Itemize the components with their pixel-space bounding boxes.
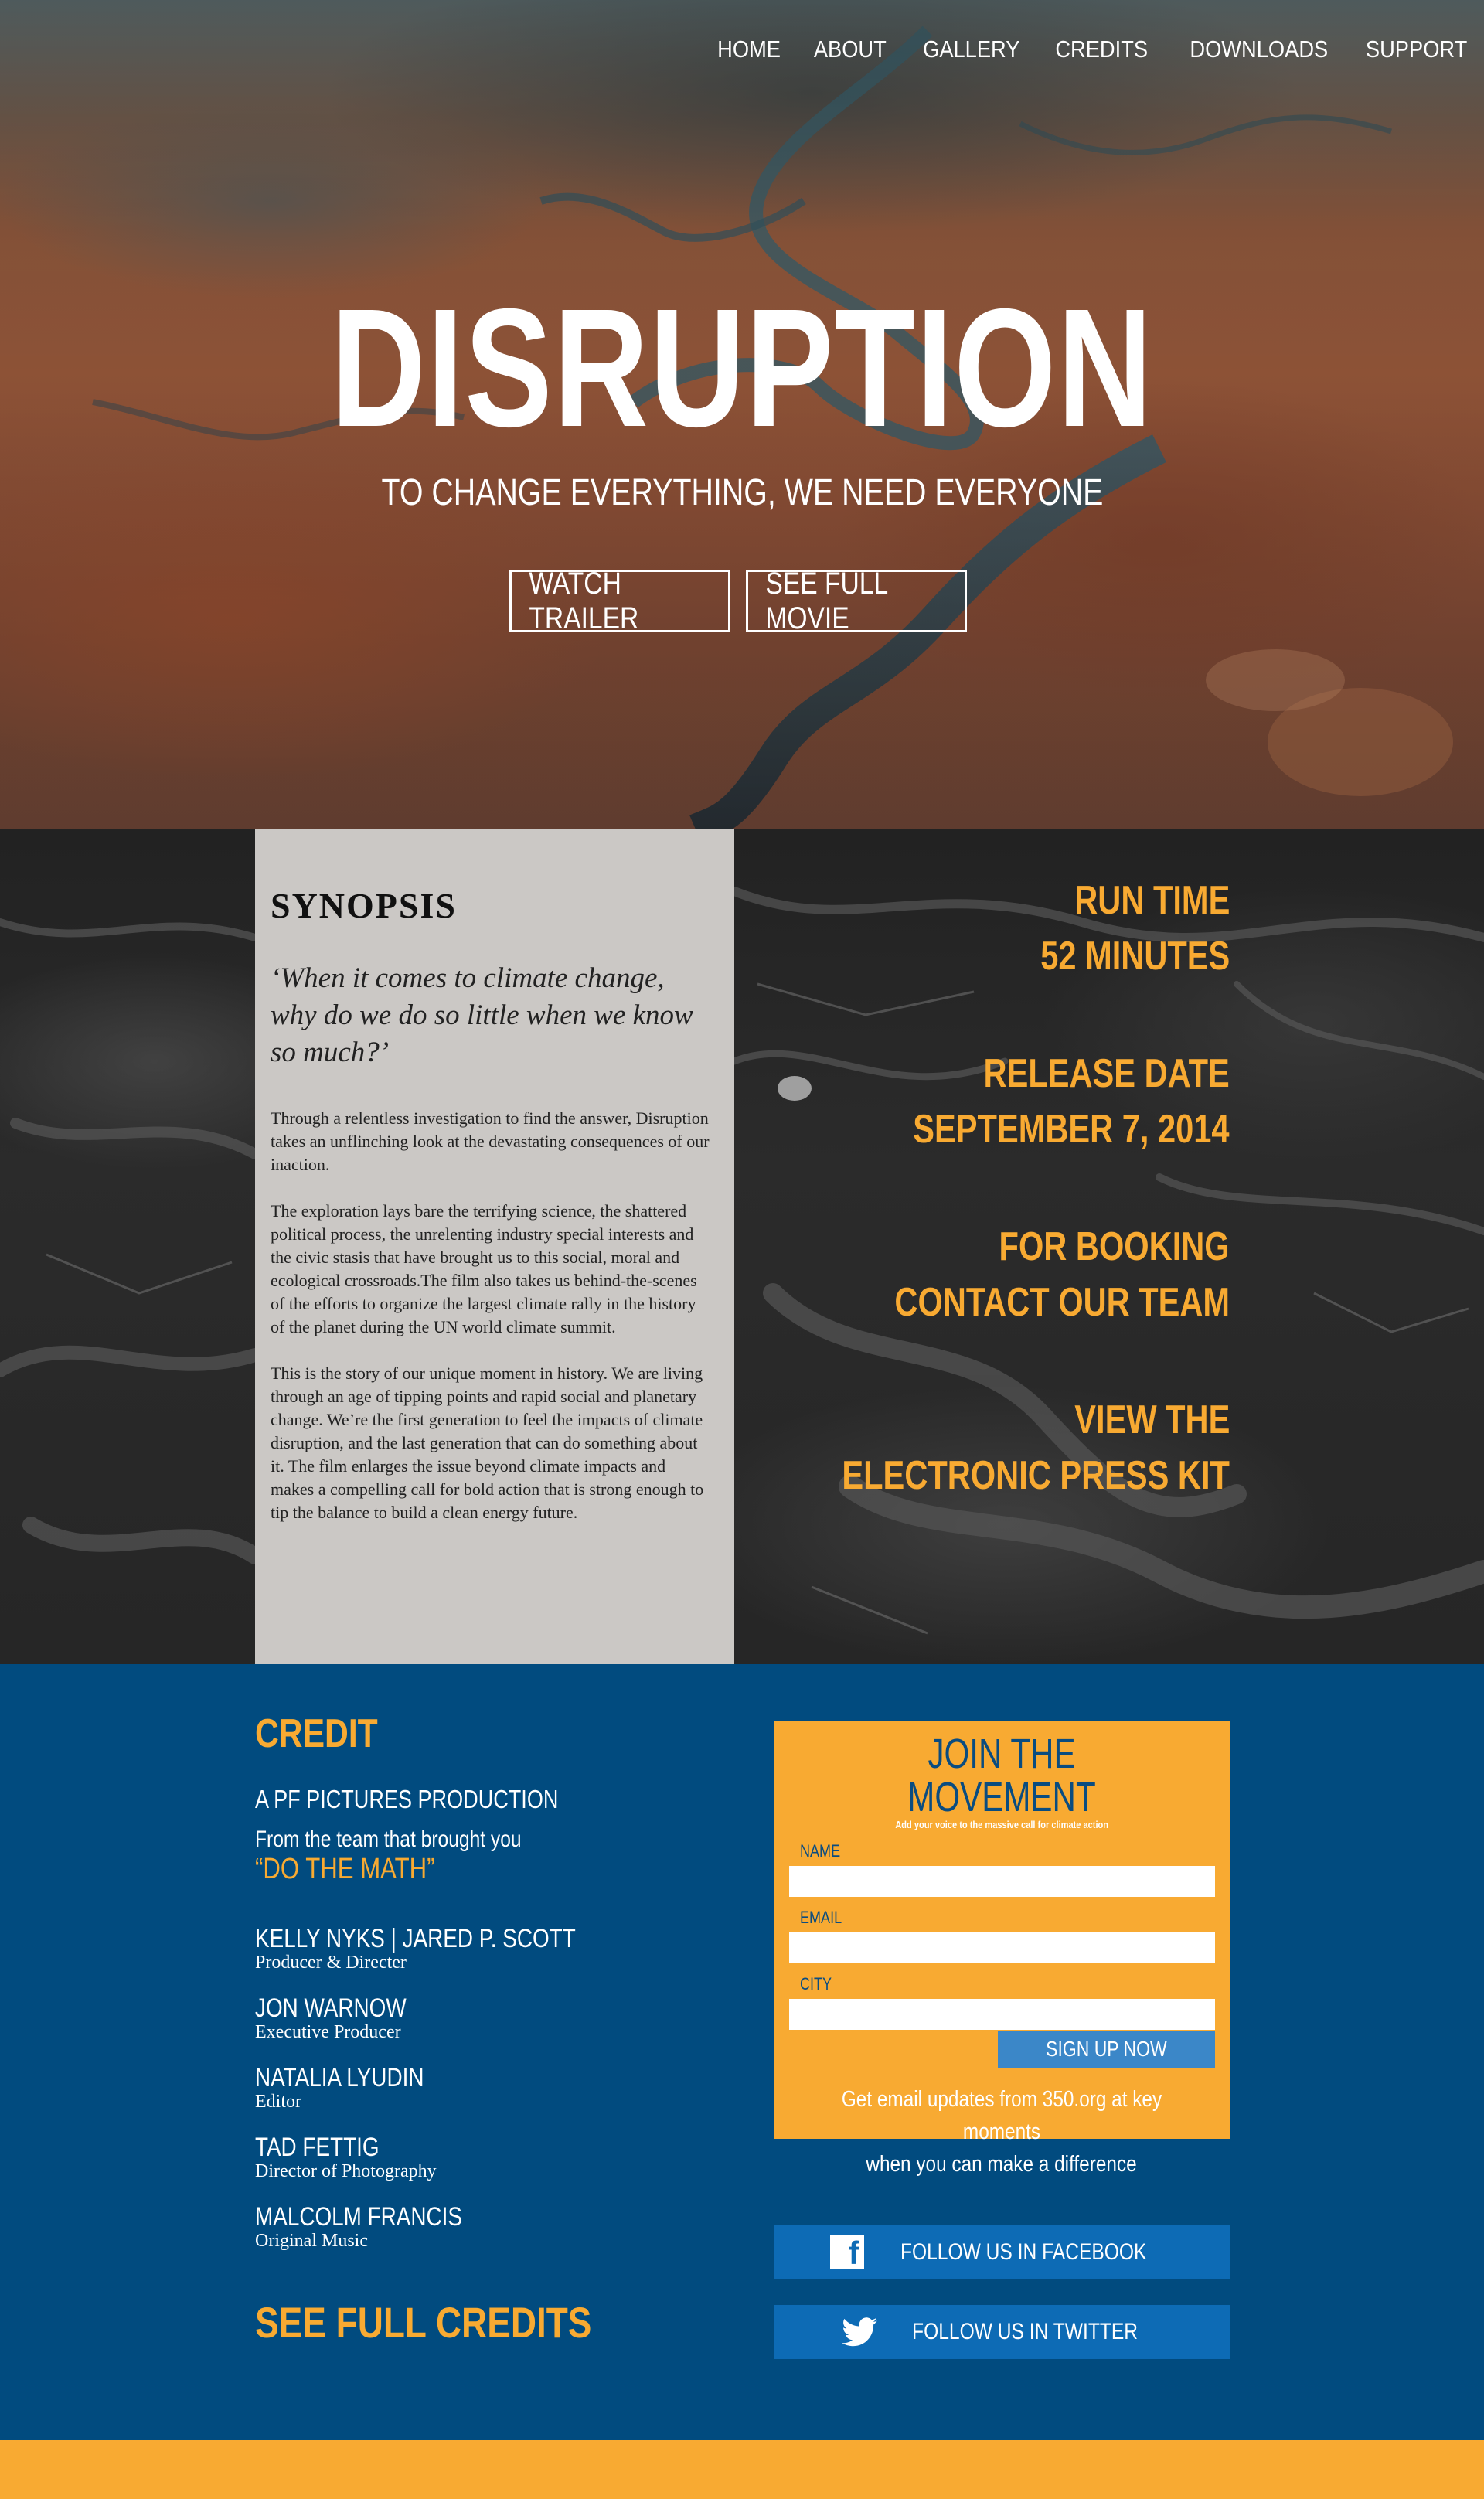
- release-date: RELEASE DATE SEPTEMBER 7, 2014: [689, 1046, 1230, 1157]
- city-label: CITY: [800, 1974, 832, 1993]
- synopsis-paragraph-2: The exploration lays bare the terrifying…: [271, 1201, 697, 1336]
- run-time: RUN TIME 52 MINUTES: [689, 873, 1230, 984]
- join-movement-form: JOIN THE MOVEMENT Add your voice to the …: [774, 1721, 1230, 2177]
- credit-role: Original Music: [255, 2231, 368, 2251]
- nav-home[interactable]: HOME: [717, 36, 781, 63]
- synopsis-section: SYNOPSIS ‘When it comes to climate chang…: [0, 829, 1484, 1664]
- credit-person: TAD FETTIG Director of Photography: [255, 2133, 734, 2181]
- team-line: From the team that brought you “DO THE M…: [255, 1827, 734, 1886]
- email-field[interactable]: [789, 1932, 1215, 1963]
- credit-name: TAD FETTIG: [255, 2133, 380, 2162]
- synopsis-panel: SYNOPSIS ‘When it comes to climate chang…: [255, 829, 734, 1664]
- release-date-label: RELEASE DATE: [983, 1051, 1230, 1096]
- press-kit-label[interactable]: VIEW THE: [689, 1392, 1230, 1448]
- credit-person: KELLY NYKS | JARED P. SCOTT Producer & D…: [255, 1925, 734, 1973]
- facebook-icon: f: [829, 2235, 864, 2269]
- credit-person: NATALIA LYUDIN Editor: [255, 2064, 734, 2112]
- film-facts: RUN TIME 52 MINUTES RELEASE DATE SEPTEMB…: [689, 873, 1230, 1565]
- team-highlight: “DO THE MATH”: [255, 1853, 435, 1885]
- watch-trailer-button[interactable]: WATCH TRAILER: [509, 567, 730, 635]
- nav-about[interactable]: ABOUT: [814, 36, 887, 63]
- footer-bar: [0, 2440, 1484, 2499]
- credit-person: MALCOLM FRANCIS Original Music: [255, 2203, 734, 2251]
- credit-role: Producer & Directer: [255, 1953, 407, 1973]
- hero-title: DISRUPTION: [330, 274, 1154, 462]
- credit-column: CREDIT A PF PICTURES PRODUCTION From the…: [255, 1711, 734, 2347]
- see-full-movie-button[interactable]: SEE FULL MOVIE: [746, 567, 967, 635]
- hero-section: HOME ABOUT GALLERY CREDITS DOWNLOADS SUP…: [0, 0, 1484, 829]
- sign-up-button[interactable]: SIGN UP NOW: [998, 2031, 1215, 2068]
- credit-name: NATALIA LYUDIN: [255, 2063, 424, 2092]
- credit-role: Editor: [255, 2092, 301, 2112]
- nav-downloads[interactable]: DOWNLOADS: [1190, 36, 1329, 63]
- release-date-value: SEPTEMBER 7, 2014: [913, 1107, 1230, 1152]
- credit-name: MALCOLM FRANCIS: [255, 2202, 462, 2232]
- nav-credits[interactable]: CREDITS: [1056, 36, 1149, 63]
- name-label: NAME: [800, 1841, 841, 1861]
- press-kit-link[interactable]: VIEW THE ELECTRONIC PRESS KIT: [689, 1392, 1230, 1503]
- booking-label[interactable]: FOR BOOKING: [689, 1219, 1230, 1275]
- hero-tagline: TO CHANGE EVERYTHING, WE NEED EVERYONE: [381, 472, 1103, 513]
- synopsis-paragraph-1: Through a relentless investigation to fi…: [271, 1108, 710, 1174]
- credit-name: KELLY NYKS | JARED P. SCOTT: [255, 1924, 576, 1953]
- email-label: EMAIL: [800, 1908, 842, 1927]
- nav-support[interactable]: SUPPORT: [1366, 36, 1467, 63]
- booking-value[interactable]: CONTACT OUR TEAM: [689, 1275, 1230, 1330]
- main-nav: HOME ABOUT GALLERY CREDITS DOWNLOADS SUP…: [709, 36, 1467, 63]
- production-company: A PF PICTURES PRODUCTION: [255, 1785, 559, 1813]
- credit-role: Executive Producer: [255, 2022, 401, 2042]
- synopsis-quote: ‘When it comes to climate change, why do…: [271, 962, 693, 1068]
- twitter-icon: [841, 2315, 878, 2349]
- name-field[interactable]: [789, 1866, 1215, 1897]
- signup-note: Get email updates from 350.org at key mo…: [841, 2087, 1162, 2177]
- press-kit-value[interactable]: ELECTRONIC PRESS KIT: [689, 1448, 1230, 1503]
- follow-facebook-label: FOLLOW US IN FACEBOOK: [900, 2239, 1147, 2265]
- booking-link[interactable]: FOR BOOKING CONTACT OUR TEAM: [689, 1219, 1230, 1330]
- join-title: JOIN THE MOVEMENT: [907, 1731, 1096, 1820]
- run-time-label: RUN TIME: [1074, 878, 1230, 923]
- follow-facebook-button[interactable]: f FOLLOW US IN FACEBOOK: [774, 2225, 1230, 2279]
- synopsis-heading: SYNOPSIS: [271, 886, 457, 925]
- credits-section: CREDIT A PF PICTURES PRODUCTION From the…: [0, 1664, 1484, 2440]
- hero-buttons: WATCH TRAILER SEE FULL MOVIE: [0, 567, 1484, 635]
- nav-gallery[interactable]: GALLERY: [923, 36, 1019, 63]
- credit-title: CREDIT: [255, 1711, 378, 1756]
- credit-people: KELLY NYKS | JARED P. SCOTT Producer & D…: [255, 1925, 734, 2251]
- follow-twitter-button[interactable]: FOLLOW US IN TWITTER: [774, 2305, 1230, 2359]
- credit-role: Director of Photography: [255, 2161, 437, 2181]
- credit-name: JON WARNOW: [255, 1993, 407, 2023]
- see-full-credits-link[interactable]: SEE FULL CREDITS: [255, 2297, 734, 2347]
- follow-twitter-label: FOLLOW US IN TWITTER: [911, 2319, 1139, 2344]
- city-field[interactable]: [789, 1999, 1215, 2030]
- team-prefix: From the team that brought you: [255, 1827, 522, 1852]
- credit-person: JON WARNOW Executive Producer: [255, 1994, 734, 2042]
- run-time-value: 52 MINUTES: [1040, 934, 1230, 979]
- join-subtitle: Add your voice to the massive call for c…: [895, 1819, 1108, 1830]
- synopsis-paragraph-3: This is the story of our unique moment i…: [271, 1364, 704, 1522]
